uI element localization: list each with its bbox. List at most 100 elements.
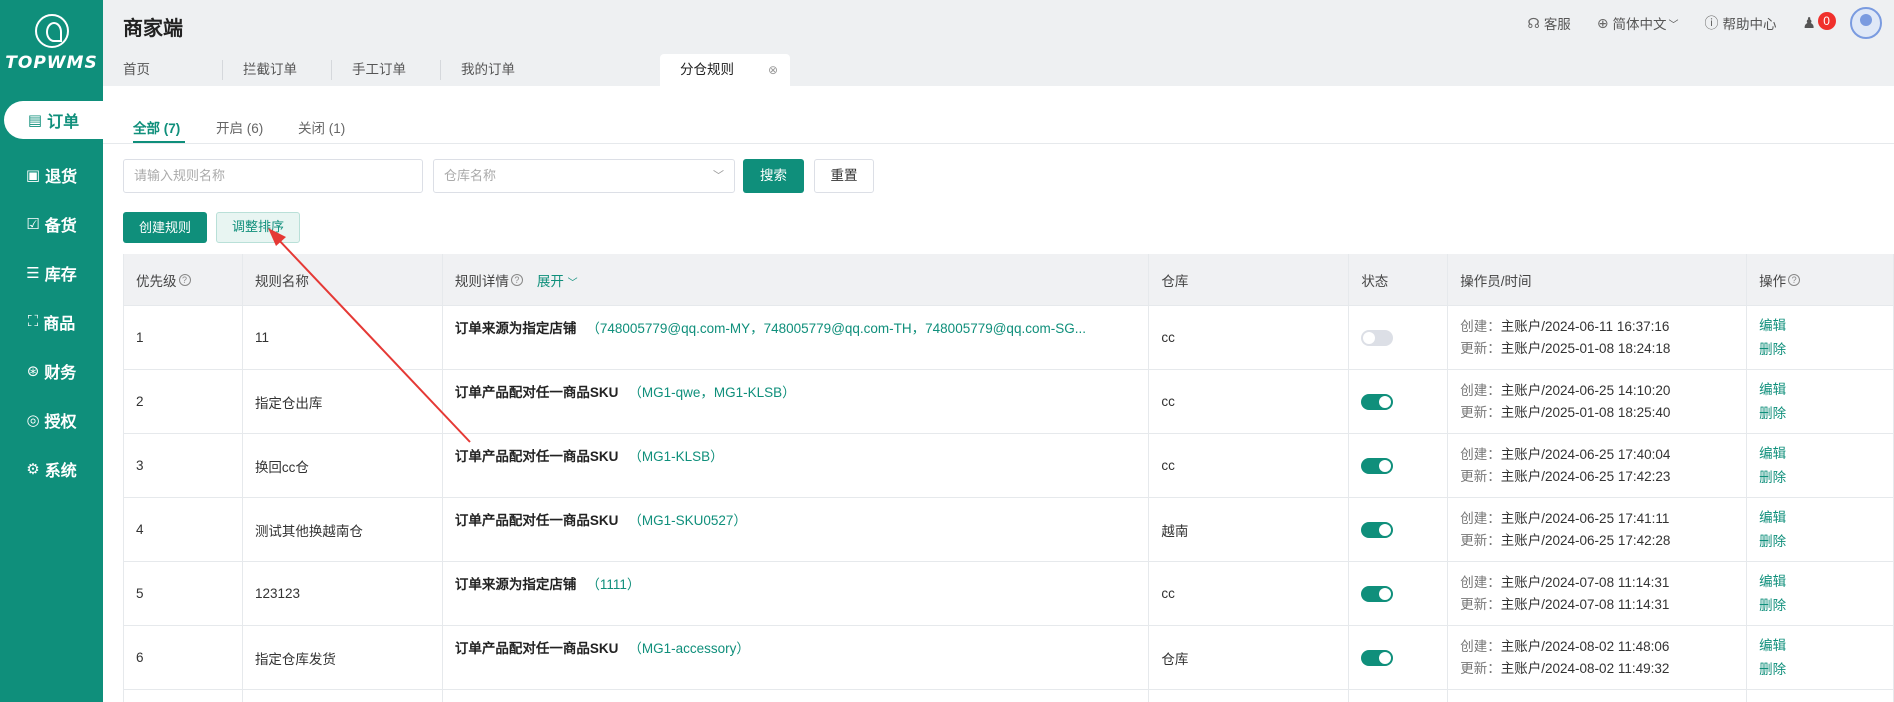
help-icon[interactable]: ? xyxy=(510,274,523,286)
app-title: 商家端 xyxy=(123,18,183,40)
search-button[interactable]: 搜索 xyxy=(743,159,804,193)
sidebar-item-1[interactable]: ▣ 退货 xyxy=(0,150,103,199)
chevron-down-icon: ﹀ xyxy=(567,278,578,289)
rule-value: （MG1-qwe，MG1-KLSB） xyxy=(628,385,796,400)
create-rule-button[interactable]: 创建规则 xyxy=(123,212,207,243)
sidebar-item-label: 订单 xyxy=(47,114,80,131)
edit-link[interactable]: 编辑 xyxy=(1759,506,1786,530)
rule-value: （1111） xyxy=(586,577,641,592)
cell-warehouse: 仓库 xyxy=(1149,626,1350,689)
cell-detail: 订单产品配对任一商品SKU （MG1-accessory） xyxy=(443,626,1150,689)
updated-line: 更新：主账户/2024-07-08 11:14:31 xyxy=(1460,594,1669,616)
tab-all[interactable]: 全部 (7) xyxy=(133,117,180,137)
reset-button[interactable]: 重置 xyxy=(814,159,874,193)
status-toggle[interactable] xyxy=(1361,457,1394,474)
sidebar-item-5[interactable]: ⊛ 财务 xyxy=(0,346,103,395)
sidebar-item-3[interactable]: ☰ 库存 xyxy=(0,248,103,297)
edit-link[interactable]: 编辑 xyxy=(1759,442,1786,466)
warehouse-value: cc xyxy=(1161,586,1175,601)
edit-link[interactable]: 编辑 xyxy=(1759,634,1786,658)
sidebar-item-4[interactable]: ⛶ 商品 xyxy=(0,297,103,346)
rule-value: （748005779@qq.com-MY，748005779@qq.com-TH… xyxy=(586,321,1086,336)
status-toggle[interactable] xyxy=(1361,585,1394,602)
created-value: 主账户/2024-06-25 17:40:04 xyxy=(1500,446,1671,462)
help-center-link[interactable]: ⓘ 帮助中心 xyxy=(1705,13,1777,33)
edit-link[interactable]: 编辑 xyxy=(1759,570,1786,594)
cell-actions: 编辑 删除 xyxy=(1747,370,1894,433)
warehouse-select[interactable]: 仓库名称 ﹀ xyxy=(433,159,735,193)
delete-link[interactable]: 删除 xyxy=(1759,338,1786,362)
header-label: 状态 xyxy=(1361,274,1389,289)
expand-toggle[interactable]: 展开 ﹀ xyxy=(537,270,578,290)
tab-home[interactable]: 首页 xyxy=(103,54,222,86)
avatar[interactable] xyxy=(1850,7,1882,39)
sidebar-item-7[interactable]: ⚙ 系统 xyxy=(0,444,103,493)
help-icon[interactable]: ? xyxy=(178,274,191,286)
toggle-knob xyxy=(1379,523,1392,536)
cell-operator: 创建：主账户/2024-06-11 16:37:16 更新：主账户/2025-01… xyxy=(1448,306,1748,369)
table-row xyxy=(124,690,1894,702)
sidebar-item-6[interactable]: ◎ 授权 xyxy=(0,395,103,444)
language-select[interactable]: ⊕ 简体中文 ﹀ xyxy=(1597,13,1679,33)
updated-value: 主账户/2024-06-25 17:42:23 xyxy=(1500,468,1671,484)
notification-button[interactable]: ♟ 0 xyxy=(1803,12,1836,32)
cell-operator: 创建：主账户/2024-08-02 11:48:06 更新：主账户/2024-08… xyxy=(1448,626,1748,689)
table-body: 1 11 订单来源为指定店铺 （748005779@qq.com-MY，7480057… xyxy=(124,306,1894,702)
empty-cell xyxy=(124,690,243,702)
delete-link[interactable]: 删除 xyxy=(1759,402,1786,426)
delete-link[interactable]: 删除 xyxy=(1759,530,1786,554)
tab-warehouse-rules[interactable]: 分仓规则 ⊗ xyxy=(660,54,790,86)
cell-priority: 4 xyxy=(124,498,243,561)
delete-link[interactable]: 删除 xyxy=(1759,594,1786,618)
sidebar-item-label: 库存 xyxy=(44,266,77,284)
cell-actions: 编辑 删除 xyxy=(1747,434,1894,497)
close-icon[interactable]: ⊗ xyxy=(768,54,778,86)
rule-name: 123123 xyxy=(254,586,300,601)
adjust-sort-button[interactable]: 调整排序 xyxy=(216,212,300,243)
cell-priority: 3 xyxy=(124,434,243,497)
header-detail: 规则详情? 展开 ﹀ xyxy=(443,254,1150,306)
warehouse-select-placeholder: 仓库名称 xyxy=(444,168,497,183)
rule-value: （MG1-accessory） xyxy=(628,641,750,656)
tab-manual-orders[interactable]: 手工订单 xyxy=(332,54,440,86)
toggle-knob xyxy=(1379,587,1392,600)
delete-link[interactable]: 删除 xyxy=(1759,466,1786,490)
tab-disabled[interactable]: 关闭 (1) xyxy=(298,117,345,137)
edit-link[interactable]: 编辑 xyxy=(1759,314,1786,338)
created-value: 主账户/2024-08-02 11:48:06 xyxy=(1500,638,1670,654)
updated-label: 更新： xyxy=(1460,596,1501,612)
cell-status xyxy=(1349,370,1449,433)
toggle-knob xyxy=(1379,395,1392,408)
updated-label: 更新： xyxy=(1460,660,1501,676)
header-label: 规则详情 xyxy=(454,274,509,289)
help-icon[interactable]: ? xyxy=(1788,274,1801,286)
edit-link[interactable]: 编辑 xyxy=(1759,378,1786,402)
headset-icon: ☊ xyxy=(1527,14,1540,31)
status-toggle[interactable] xyxy=(1361,649,1394,666)
cell-warehouse: cc xyxy=(1149,434,1350,497)
status-toggle[interactable] xyxy=(1361,393,1394,410)
tab-intercept-orders[interactable]: 拦截订单 xyxy=(223,54,331,86)
sidebar-item-label: 退货 xyxy=(45,168,78,186)
rule-name: 指定仓出库 xyxy=(254,395,323,411)
sidebar-item-2[interactable]: ☑ 备货 xyxy=(0,199,103,248)
notification-badge: 0 xyxy=(1817,12,1836,30)
toggle-knob xyxy=(1379,651,1392,664)
status-toggle[interactable] xyxy=(1361,521,1394,538)
delete-link[interactable]: 删除 xyxy=(1759,658,1786,682)
product-icon: ⛶ xyxy=(27,313,39,330)
cell-name: 换回cc仓 xyxy=(243,434,443,497)
tab-enabled[interactable]: 开启 (6) xyxy=(216,117,263,137)
cell-name: 指定仓库发货 xyxy=(243,626,443,689)
tab-my-orders[interactable]: 我的订单 xyxy=(441,54,549,86)
rule-type: 订单产品配对任一商品SKU xyxy=(454,513,619,528)
status-toggle[interactable] xyxy=(1361,329,1394,346)
updated-value: 主账户/2024-06-25 17:42:28 xyxy=(1500,532,1671,548)
sidebar-item-0[interactable]: ▤ 订单 xyxy=(4,101,103,139)
customer-service-link[interactable]: ☊ 客服 xyxy=(1527,13,1570,33)
rule-name-input[interactable]: 请输入规则名称 xyxy=(123,159,423,193)
priority-value: 4 xyxy=(136,522,144,537)
warehouse-value: cc xyxy=(1161,458,1175,473)
created-value: 主账户/2024-06-11 16:37:16 xyxy=(1500,318,1670,334)
chevron-down-icon: ﹀ xyxy=(713,170,724,182)
